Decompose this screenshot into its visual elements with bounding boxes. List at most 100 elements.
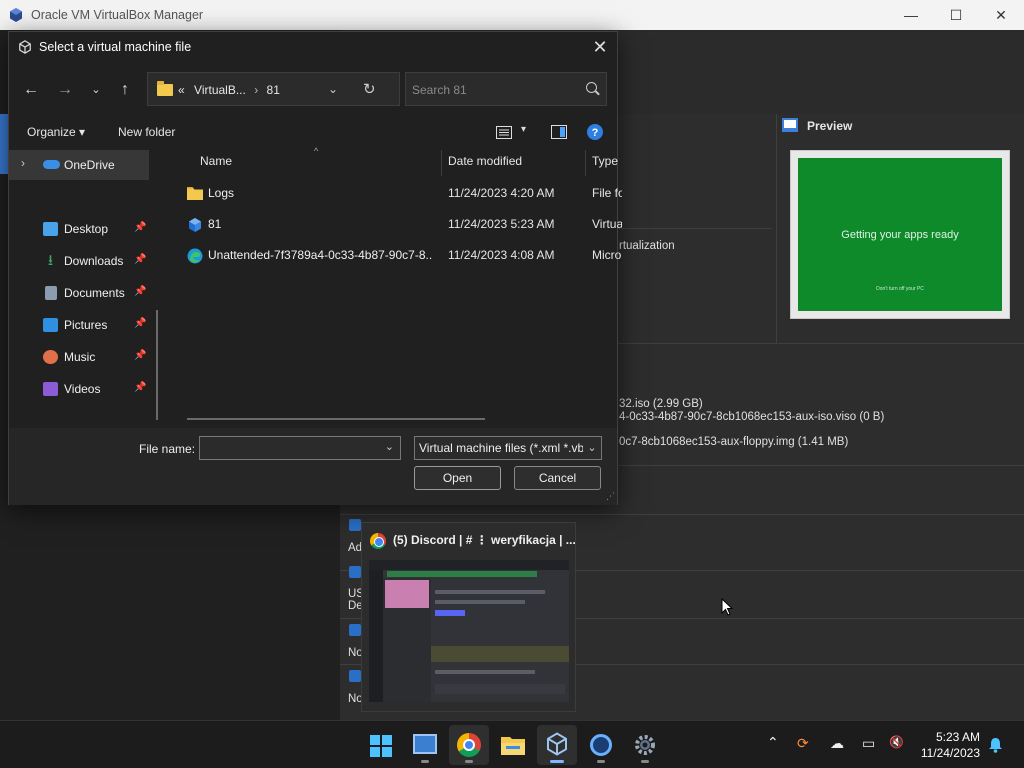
- select-vm-file-dialog: Select a virtual machine file ✕ ← → ⌄ ↑ …: [8, 31, 622, 505]
- chrome-window-thumbnail[interactable]: (5) Discord | # ⋮ weryfikacja | ...: [361, 522, 576, 712]
- forward-arrow-icon[interactable]: →: [53, 78, 77, 102]
- search-box[interactable]: [405, 72, 607, 106]
- breadcrumb-separator-icon[interactable]: ›: [254, 83, 258, 97]
- speaker-muted-icon[interactable]: 🔇: [889, 735, 904, 749]
- nav-item-pictures[interactable]: Pictures 📌: [9, 310, 149, 340]
- close-window-button[interactable]: ✕: [978, 0, 1024, 30]
- mouse-cursor-icon: [721, 598, 733, 616]
- minimize-button[interactable]: —: [888, 0, 934, 30]
- cloud-offline-icon[interactable]: ☁: [830, 735, 844, 752]
- file-type-filter-select[interactable]: Virtual machine files (*.xml *.vb ⌄: [414, 436, 602, 460]
- virtualbox-logo-icon: [19, 40, 31, 54]
- column-header-type[interactable]: Type: [592, 154, 618, 168]
- dialog-titlebar: Select a virtual machine file ✕: [9, 32, 617, 62]
- chevron-down-icon[interactable]: ⌄: [583, 437, 601, 459]
- thumbnail-message-box: [435, 684, 565, 694]
- nav-pane-scrollbar[interactable]: [156, 310, 158, 420]
- network-icon: [349, 519, 361, 531]
- preview-pane-icon[interactable]: [551, 125, 567, 139]
- file-list-horizontal-scrollbar[interactable]: [187, 418, 485, 420]
- folder-icon: [187, 186, 203, 200]
- column-separator[interactable]: [585, 150, 586, 176]
- command-bar: Organize ▾ New folder ▾ ?: [9, 118, 617, 146]
- thumbnail-tabbar: [369, 560, 569, 570]
- nav-item-music[interactable]: Music 📌: [9, 342, 149, 372]
- taskbar-app-chrome[interactable]: [449, 725, 489, 765]
- close-icon[interactable]: ✕: [587, 34, 613, 60]
- column-separator[interactable]: [441, 150, 442, 176]
- file-name: 81: [208, 217, 222, 231]
- taskbar-app-file-explorer[interactable]: [493, 725, 533, 765]
- pin-icon: 📌: [134, 350, 147, 361]
- taskbar-app-screen-tool[interactable]: [581, 725, 621, 765]
- refresh-icon[interactable]: ↻: [363, 80, 376, 98]
- view-dropdown-chevron-icon[interactable]: ▾: [521, 124, 526, 135]
- vbox-titlebar: Oracle VM VirtualBox Manager — ☐ ✕: [0, 0, 1024, 30]
- show-hidden-icons-chevron-icon[interactable]: ⌃: [767, 734, 779, 751]
- nav-item-documents[interactable]: Documents 📌: [9, 278, 149, 308]
- thumbnail-message-line: [435, 590, 545, 594]
- screen-tool-icon: [590, 734, 612, 756]
- clock-time[interactable]: 5:23 AM: [920, 730, 980, 744]
- address-dropdown-chevron-icon[interactable]: ⌄: [328, 82, 338, 96]
- back-arrow-icon[interactable]: ←: [19, 78, 43, 102]
- nav-item-onedrive[interactable]: › OneDrive: [9, 150, 149, 180]
- thumbnail-message-line: [435, 600, 525, 604]
- breadcrumb-overflow[interactable]: «: [178, 83, 185, 97]
- recent-locations-chevron-icon[interactable]: ⌄: [84, 78, 108, 102]
- open-button[interactable]: Open: [414, 466, 501, 490]
- breadcrumb-item[interactable]: VirtualB...: [194, 83, 246, 97]
- file-row-logs[interactable]: Logs 11/24/2023 4:20 AM File fo: [179, 178, 622, 208]
- file-list: Name ^ Date modified Type Logs 11/24/202…: [169, 146, 622, 430]
- preview-sub-text: Don't turn off your PC: [876, 286, 924, 292]
- file-name-combobox[interactable]: ⌄: [199, 436, 401, 460]
- file-explorer-icon: [501, 737, 525, 755]
- details-text: 32.iso (2.99 GB): [619, 398, 703, 410]
- taskbar-app-settings[interactable]: [625, 725, 665, 765]
- preview-label: Preview: [807, 119, 853, 133]
- organize-button[interactable]: Organize ▾: [27, 125, 85, 139]
- dialog-title: Select a virtual machine file: [39, 40, 192, 54]
- expand-chevron-icon[interactable]: ›: [21, 156, 25, 170]
- address-bar[interactable]: « VirtualB... › 81 ⌄ ↻: [147, 72, 400, 106]
- file-row-81[interactable]: 81 11/24/2023 5:23 AM Virtua: [179, 209, 622, 239]
- view-options-icon[interactable]: [496, 126, 512, 139]
- file-name-input[interactable]: [204, 440, 374, 456]
- active-indicator: [550, 760, 564, 763]
- details-divider: [612, 465, 1024, 466]
- search-input[interactable]: [412, 81, 572, 99]
- new-folder-button[interactable]: New folder: [118, 125, 175, 139]
- file-type-filter-value: Virtual machine files (*.xml *.vb: [419, 441, 585, 455]
- file-row-unattended[interactable]: Unattended-7f3789a4-0c33-4b87-90c7-8... …: [179, 240, 621, 270]
- column-header-name[interactable]: Name: [200, 154, 232, 168]
- display-icon[interactable]: ▭: [862, 735, 875, 752]
- folder-icon: [157, 81, 173, 96]
- nav-item-desktop[interactable]: Desktop 📌: [9, 214, 149, 244]
- taskbar-app-virtualbox[interactable]: [537, 725, 577, 765]
- resize-grip-icon[interactable]: ⋰: [606, 491, 615, 502]
- sync-icon[interactable]: ⟳: [797, 735, 809, 752]
- thumbnail-server-banner: [385, 580, 429, 608]
- shared-folders-icon: [349, 624, 361, 636]
- nav-item-downloads[interactable]: ⭳ Downloads 📌: [9, 246, 149, 276]
- cancel-button[interactable]: Cancel: [514, 466, 601, 490]
- nav-item-videos[interactable]: Videos 📌: [9, 374, 149, 404]
- column-header-date[interactable]: Date modified: [448, 154, 522, 168]
- up-arrow-icon[interactable]: ↑: [113, 78, 137, 102]
- breadcrumb-item[interactable]: 81: [267, 83, 280, 97]
- running-indicator: [421, 760, 429, 763]
- taskbar-app-win81[interactable]: [405, 725, 445, 765]
- thumbnail-preview: [369, 560, 569, 702]
- pin-icon: 📌: [134, 382, 147, 393]
- virtualbox-icon: [547, 732, 567, 756]
- virtualbox-logo-icon: [10, 8, 22, 22]
- search-icon[interactable]: [586, 82, 597, 93]
- documents-icon: [45, 286, 57, 300]
- notification-bell-icon[interactable]: [988, 737, 1003, 753]
- help-icon[interactable]: ?: [587, 124, 603, 140]
- chevron-down-icon[interactable]: ⌄: [385, 440, 394, 453]
- maximize-button[interactable]: ☐: [933, 0, 979, 30]
- file-date: 11/24/2023 4:20 AM: [448, 186, 555, 200]
- clock-date[interactable]: 11/24/2023: [916, 746, 980, 760]
- start-button[interactable]: [361, 725, 401, 765]
